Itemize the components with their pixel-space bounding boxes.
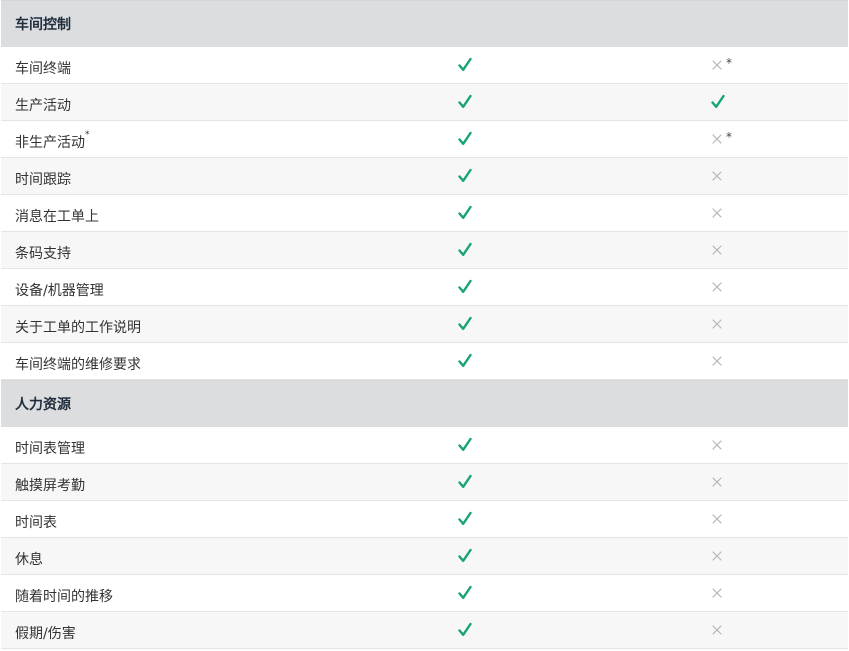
check-icon — [457, 538, 487, 574]
feature-label-text: 触摸屏考勤 — [15, 478, 85, 494]
cross-icon — [710, 306, 740, 342]
check-icon — [457, 343, 487, 379]
feature-footnote-marker: * — [85, 130, 90, 140]
feature-label-text: 生产活动 — [15, 98, 71, 114]
feature-label: 时间跟踪 — [15, 169, 71, 189]
check-icon — [457, 121, 487, 157]
feature-label-text: 非生产活动 — [15, 135, 85, 151]
feature-label: 非生产活动* — [15, 130, 90, 152]
check-icon — [457, 427, 487, 463]
feature-label: 条码支持 — [15, 243, 71, 263]
check-icon — [457, 158, 487, 194]
cross-icon — [710, 195, 740, 231]
section-header: 人力资源 — [1, 380, 848, 427]
cross-icon — [710, 158, 740, 194]
table-row: 设备/机器管理 — [1, 269, 848, 306]
feature-label-text: 时间跟踪 — [15, 172, 71, 188]
cross-icon: * — [710, 47, 740, 83]
check-icon — [457, 612, 487, 648]
table-row: 触摸屏考勤 — [1, 464, 848, 501]
table-row: 假期/伤害 — [1, 612, 848, 649]
cross-icon: * — [710, 121, 740, 157]
feature-label-text: 设备/机器管理 — [15, 283, 104, 299]
table-row: 消息在工单上 — [1, 195, 848, 232]
cross-icon — [710, 538, 740, 574]
feature-label-text: 条码支持 — [15, 246, 71, 262]
check-icon — [457, 84, 487, 120]
cross-icon — [710, 575, 740, 611]
table-row: 时间表 — [1, 501, 848, 538]
table-row: 随着时间的推移 — [1, 575, 848, 612]
table-row: 休息 — [1, 538, 848, 575]
cross-icon — [710, 343, 740, 379]
feature-label: 关于工单的工作说明 — [15, 317, 141, 337]
check-icon — [457, 47, 487, 83]
footnote-marker: * — [726, 56, 732, 70]
section-header: 车间控制 — [1, 0, 848, 47]
table-row: 时间跟踪 — [1, 158, 848, 195]
check-icon — [457, 195, 487, 231]
table-row: 非生产活动* * — [1, 121, 848, 158]
feature-label-text: 时间表 — [15, 515, 57, 531]
table-row: 条码支持 — [1, 232, 848, 269]
feature-label: 假期/伤害 — [15, 623, 76, 643]
feature-label: 生产活动 — [15, 95, 71, 115]
section-title: 人力资源 — [15, 397, 71, 413]
table-row: 车间终端 * — [1, 47, 848, 84]
check-icon — [457, 464, 487, 500]
table-row: 车间终端的维修要求 — [1, 343, 848, 380]
cross-icon — [710, 427, 740, 463]
feature-label: 车间终端的维修要求 — [15, 354, 141, 374]
cross-icon — [710, 269, 740, 305]
check-icon — [457, 501, 487, 537]
feature-label-text: 关于工单的工作说明 — [15, 320, 141, 336]
feature-label-text: 消息在工单上 — [15, 209, 99, 225]
feature-label: 车间终端 — [15, 58, 71, 78]
feature-label: 时间表管理 — [15, 438, 85, 458]
feature-label-text: 车间终端的维修要求 — [15, 357, 141, 373]
feature-label-text: 时间表管理 — [15, 441, 85, 457]
feature-label: 设备/机器管理 — [15, 280, 104, 300]
feature-label: 消息在工单上 — [15, 206, 99, 226]
feature-label-text: 车间终端 — [15, 61, 71, 77]
table-row: 生产活动 — [1, 84, 848, 121]
check-icon — [710, 84, 740, 120]
feature-label: 随着时间的推移 — [15, 586, 113, 606]
feature-label-text: 随着时间的推移 — [15, 589, 113, 605]
cross-icon — [710, 464, 740, 500]
table-row: 关于工单的工作说明 — [1, 306, 848, 343]
check-icon — [457, 269, 487, 305]
table-row: 时间表管理 — [1, 427, 848, 464]
feature-label-text: 休息 — [15, 552, 43, 568]
feature-comparison-table: 车间控制 车间终端 * 生产活动 非生产活动* * 时间跟踪 消息在工单上 条码支持 设备/机器管… — [1, 0, 848, 649]
feature-label: 触摸屏考勤 — [15, 475, 85, 495]
cross-icon — [710, 612, 740, 648]
footnote-marker: * — [726, 130, 732, 144]
feature-label: 休息 — [15, 549, 43, 569]
cross-icon — [710, 232, 740, 268]
cross-icon — [710, 501, 740, 537]
check-icon — [457, 232, 487, 268]
check-icon — [457, 306, 487, 342]
check-icon — [457, 575, 487, 611]
feature-label-text: 假期/伤害 — [15, 626, 76, 642]
feature-label: 时间表 — [15, 512, 57, 532]
section-title: 车间控制 — [15, 17, 71, 33]
